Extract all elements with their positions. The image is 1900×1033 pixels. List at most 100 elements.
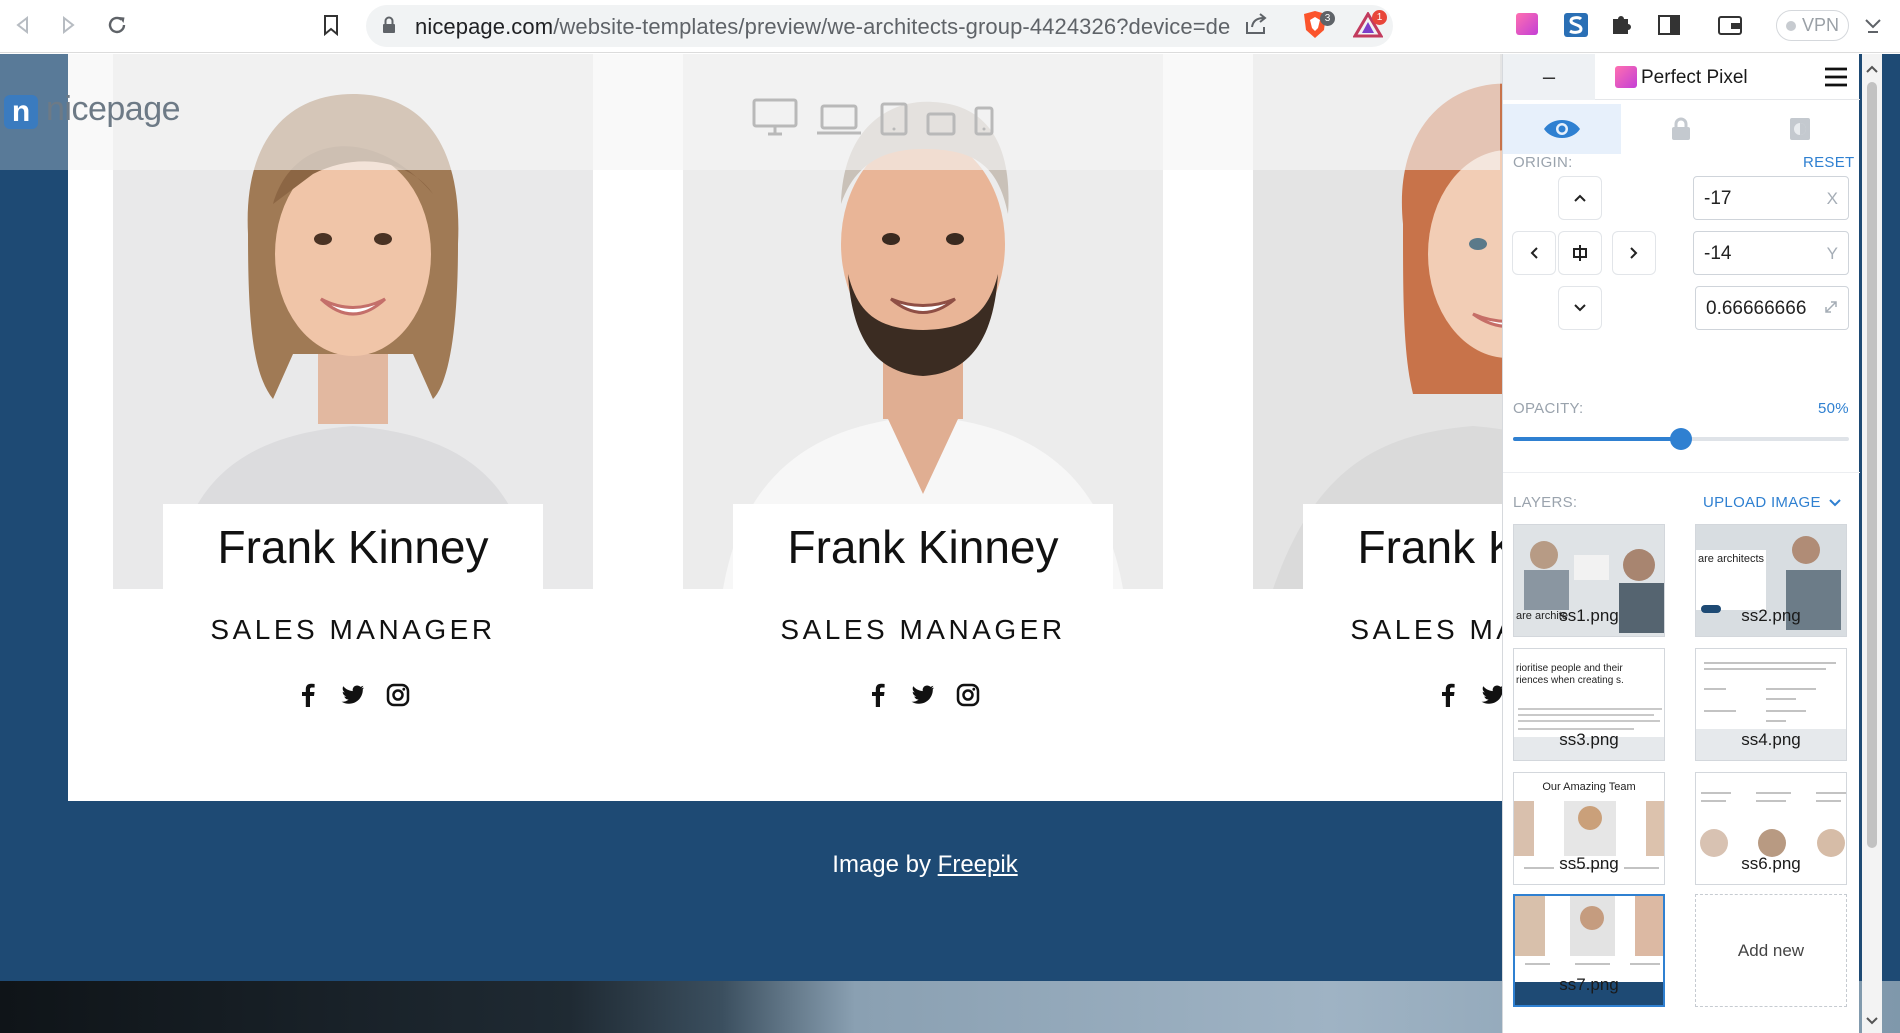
opacity-label: OPACITY: <box>1513 400 1584 417</box>
upload-image-button[interactable]: UPLOAD IMAGE <box>1703 494 1841 511</box>
move-down-button[interactable] <box>1558 286 1602 330</box>
wallet-icon[interactable] <box>1717 14 1743 41</box>
scroll-down-icon[interactable] <box>1866 1012 1878 1030</box>
x-offset-input[interactable]: -17 X <box>1693 176 1849 220</box>
lock-icon <box>382 16 396 39</box>
add-new-layer-button[interactable]: Add new <box>1695 894 1847 1007</box>
perfect-pixel-logo-icon <box>1615 66 1637 88</box>
move-up-button[interactable] <box>1558 176 1602 220</box>
chevron-left-icon <box>1530 247 1538 259</box>
browser-toolbar: nicepage.com/website-templates/preview/w… <box>0 0 1900 53</box>
tablet-landscape-icon[interactable] <box>926 112 956 136</box>
eye-icon <box>1544 120 1580 138</box>
twitter-icon[interactable] <box>911 682 936 707</box>
layer-preview-text: rioritise people and their riences when … <box>1516 663 1624 686</box>
panel-scrollbar[interactable] <box>1862 54 1882 1033</box>
reset-button[interactable]: RESET <box>1803 154 1855 171</box>
layer-thumbnail[interactable]: rioritise people and their riences when … <box>1513 648 1665 761</box>
sidebar-icon[interactable] <box>1657 14 1681 41</box>
twitter-icon[interactable] <box>341 682 366 707</box>
social-links <box>683 682 1163 707</box>
resize-icon <box>1824 299 1838 319</box>
scale-value: 0.66666666 <box>1706 298 1807 319</box>
forward-icon[interactable] <box>53 10 83 40</box>
facebook-icon[interactable] <box>866 682 891 707</box>
layer-thumbnail[interactable]: ss4.png <box>1695 648 1847 761</box>
image-credit: Image by Freepik <box>700 851 1150 879</box>
upload-image-label: UPLOAD IMAGE <box>1703 494 1821 511</box>
x-offset-value: -17 <box>1704 188 1732 209</box>
hamburger-menu-icon[interactable] <box>1823 66 1849 88</box>
vpn-toggle[interactable]: VPN <box>1776 10 1849 41</box>
url-text[interactable]: nicepage.com/website-templates/preview/w… <box>415 14 1230 40</box>
minimize-button[interactable]: – <box>1503 54 1595 100</box>
panel-title: Perfect Pixel <box>1641 67 1748 88</box>
layer-preview-text: are architects <box>1698 553 1765 565</box>
s-extension-icon[interactable] <box>1563 12 1589 43</box>
scroll-up-icon[interactable] <box>1866 60 1878 78</box>
invert-icon <box>1790 118 1810 140</box>
invert-tab[interactable] <box>1741 104 1859 154</box>
instagram-icon[interactable] <box>956 682 981 707</box>
move-left-button[interactable] <box>1512 231 1556 275</box>
perfect-pixel-panel: – Perfect Pixel ORIGIN: RESET -17 X -14 … <box>1502 54 1860 1033</box>
layer-thumbnail-selected[interactable]: ss7.png <box>1513 894 1665 1007</box>
layer-preview-text: Our Amazing Team <box>1542 781 1636 793</box>
scale-input[interactable]: 0.66666666 <box>1695 286 1849 330</box>
brave-badge: 3 <box>1320 11 1335 26</box>
layer-name: ss4.png <box>1741 730 1801 749</box>
facebook-icon[interactable] <box>296 682 321 707</box>
move-right-button[interactable] <box>1612 231 1656 275</box>
desktop-icon[interactable] <box>752 98 798 136</box>
layer-name: ss3.png <box>1559 730 1619 749</box>
vpn-label: VPN <box>1801 15 1839 35</box>
layer-thumbnail[interactable]: ss6.png <box>1695 772 1847 885</box>
layer-thumbnail[interactable]: are archite ss1.png <box>1513 524 1665 637</box>
scrollbar-thumb[interactable] <box>1867 82 1877 848</box>
x-axis-label: X <box>1826 189 1838 208</box>
layer-name: ss2.png <box>1741 606 1801 625</box>
y-axis-label: Y <box>1826 244 1838 263</box>
browser-menu-icon[interactable] <box>1864 14 1882 43</box>
lock-tab[interactable] <box>1622 104 1740 154</box>
opacity-slider-handle[interactable] <box>1670 428 1692 450</box>
team-member-role: SALES MANAGER <box>780 614 1066 645</box>
vpn-status-icon <box>1785 20 1796 31</box>
laptop-icon[interactable] <box>816 104 862 136</box>
layer-thumbnail[interactable]: Our Amazing Team ss5.png <box>1513 772 1665 885</box>
opacity-slider-fill <box>1513 437 1681 441</box>
center-icon <box>1573 245 1587 261</box>
y-offset-value: -14 <box>1704 243 1732 264</box>
layer-thumbnail[interactable]: are architects ss2.png <box>1695 524 1847 637</box>
share-icon[interactable] <box>1244 12 1270 41</box>
team-member-role: SALES MANAGER <box>210 614 496 645</box>
team-member-name: Frank Kinney <box>733 504 1113 589</box>
instagram-icon[interactable] <box>386 682 411 707</box>
perfect-pixel-extension-icon[interactable] <box>1516 13 1538 35</box>
center-button[interactable] <box>1558 231 1602 275</box>
facebook-icon[interactable] <box>1436 682 1461 707</box>
chevron-up-icon <box>1574 194 1586 202</box>
social-links <box>113 682 593 707</box>
layer-name: ss5.png <box>1559 854 1619 873</box>
tablet-icon[interactable] <box>880 102 908 136</box>
visibility-tab[interactable] <box>1503 104 1621 154</box>
y-offset-input[interactable]: -14 Y <box>1693 231 1849 275</box>
preview-header-bar <box>0 54 1500 170</box>
bookmark-icon[interactable] <box>316 10 346 40</box>
nicepage-logo-icon[interactable]: n <box>4 95 38 129</box>
origin-label: ORIGIN: <box>1513 154 1573 171</box>
phone-icon[interactable] <box>974 106 994 136</box>
nicepage-logo-text[interactable]: nicepage <box>46 90 181 129</box>
divider <box>1503 472 1860 473</box>
team-member-name: Frank Kinney <box>163 504 543 589</box>
reload-icon[interactable] <box>102 10 132 40</box>
mode-tabs <box>1503 104 1860 154</box>
back-icon[interactable] <box>8 10 38 40</box>
opacity-slider[interactable] <box>1513 428 1849 450</box>
extensions-puzzle-icon[interactable] <box>1609 13 1633 42</box>
freepik-link[interactable]: Freepik <box>938 851 1018 878</box>
opacity-value: 50% <box>1818 400 1849 417</box>
device-switcher <box>752 98 994 136</box>
layers-label: LAYERS: <box>1513 494 1578 511</box>
